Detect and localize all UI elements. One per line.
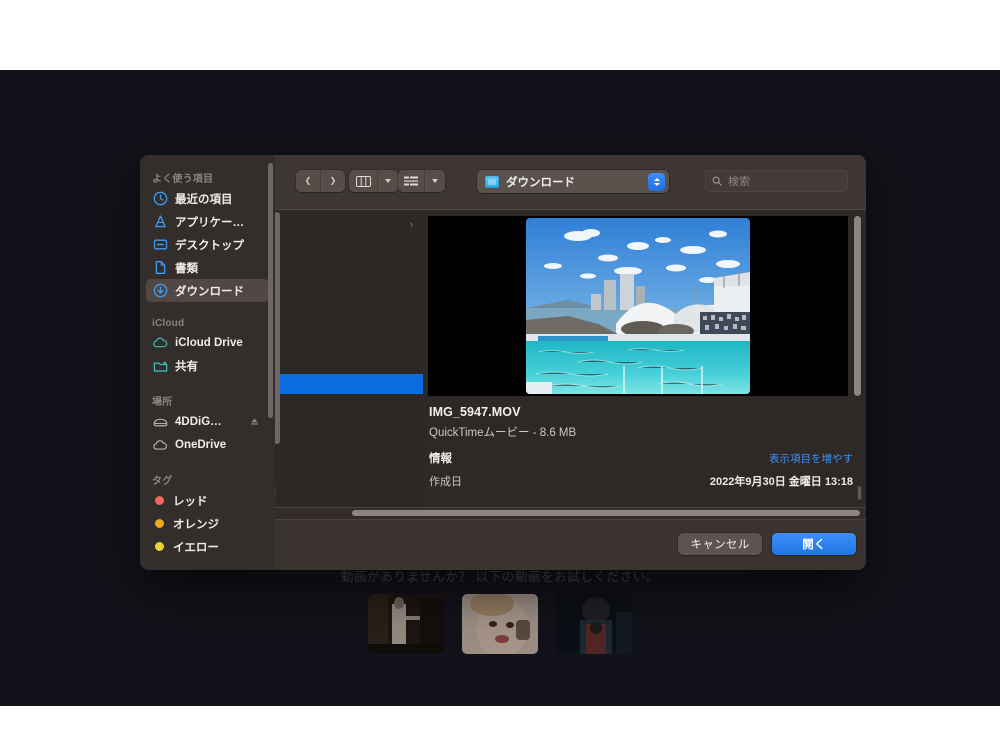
tag-dot-icon bbox=[155, 496, 164, 505]
preview-column: IMG_5947.MOV QuickTimeムービー - 8.6 MB 情報 表… bbox=[423, 210, 866, 508]
chevron-left-icon: ❮ bbox=[304, 176, 312, 185]
current-folder-label: ダウンロード bbox=[506, 176, 575, 189]
popup-updown-arrows-icon bbox=[648, 172, 665, 191]
group-by-button[interactable] bbox=[398, 170, 424, 192]
preview-file-name: IMG_5947.MOV bbox=[429, 405, 521, 419]
sidebar-item-label: ダウンロード bbox=[175, 285, 244, 298]
tag-dot-icon bbox=[155, 542, 164, 551]
chevron-down-icon bbox=[432, 179, 438, 183]
sidebar-item-icloud-drive[interactable]: iCloud Drive bbox=[146, 331, 269, 354]
preview-media[interactable] bbox=[428, 216, 848, 396]
sidebar-item-label: アプリケー… bbox=[175, 216, 244, 229]
sidebar-section-title: タグ bbox=[152, 476, 173, 487]
recents-clock-icon bbox=[152, 191, 168, 207]
sidebar-tag-orange[interactable]: オレンジ bbox=[146, 512, 269, 535]
search-field[interactable]: 検索 bbox=[705, 170, 848, 192]
cancel-button[interactable]: キャンセル bbox=[678, 533, 762, 555]
sidebar-section-title: 場所 bbox=[152, 397, 173, 408]
sidebar-item-label: 4DDiG… bbox=[175, 415, 222, 428]
sidebar-item-applications[interactable]: アプリケー… bbox=[146, 210, 269, 233]
sidebar-item-recents[interactable]: 最近の項目 bbox=[146, 187, 269, 210]
preview-scrollbar[interactable] bbox=[854, 216, 861, 396]
sidebar-item-desktop[interactable]: デスクトップ bbox=[146, 233, 269, 256]
sidebar-item-label: 最近の項目 bbox=[175, 193, 233, 206]
sidebar-scrollbar[interactable] bbox=[268, 163, 273, 418]
group-by-dropdown-button[interactable] bbox=[424, 170, 445, 192]
desktop-icon bbox=[152, 237, 168, 253]
attribute-value: 2022年9月30日 金曜日 13:18 bbox=[709, 476, 853, 488]
sidebar-item-label: イエロー bbox=[173, 541, 219, 554]
view-mode-control bbox=[349, 170, 398, 192]
preview-file-kind: QuickTimeムービー - 8.6 MB bbox=[429, 427, 577, 439]
sidebar-item-onedrive[interactable]: OneDrive bbox=[146, 433, 269, 456]
shared-folder-icon bbox=[152, 358, 168, 374]
info-label: 情報 bbox=[429, 453, 452, 465]
finder-sidebar: よく使う項目 最近の項目 アプリケー… デスクトップ 書類 ダウンロード iCl… bbox=[140, 155, 275, 570]
sidebar-item-label: 共有 bbox=[175, 360, 198, 373]
sidebar-section-title: よく使う項目 bbox=[152, 174, 214, 185]
search-icon bbox=[712, 176, 722, 186]
chevron-down-icon bbox=[385, 179, 391, 183]
attribute-key: 作成日 bbox=[429, 476, 462, 488]
promo-thumbnail-3[interactable] bbox=[556, 594, 632, 654]
group-by-control bbox=[398, 170, 445, 192]
sidebar-item-label: レッド bbox=[173, 495, 208, 508]
back-button[interactable]: ❮ bbox=[296, 170, 320, 192]
blue-folder-icon bbox=[485, 175, 499, 188]
sidebar-item-label: オレンジ bbox=[173, 518, 219, 531]
view-mode-dropdown-button[interactable] bbox=[377, 170, 398, 192]
sidebar-tag-yellow[interactable]: イエロー bbox=[146, 535, 269, 558]
icloud-cloud-icon bbox=[152, 335, 168, 351]
group-by-icon bbox=[404, 176, 418, 185]
show-more-attributes-link[interactable]: 表示項目を増やす bbox=[769, 451, 853, 466]
aquarium-pool-video-frame bbox=[428, 216, 848, 396]
sidebar-section-title: iCloud bbox=[152, 318, 185, 329]
forward-button[interactable]: ❯ bbox=[320, 170, 345, 192]
page-top-margin bbox=[0, 0, 1000, 70]
sidebar-item-label: iCloud Drive bbox=[175, 336, 243, 349]
documents-icon bbox=[152, 260, 168, 276]
column-view-icon bbox=[355, 175, 371, 187]
column-view-button[interactable] bbox=[349, 170, 377, 192]
sidebar-item-shared[interactable]: 共有 bbox=[146, 354, 269, 377]
chevron-right-icon: ❯ bbox=[329, 176, 337, 185]
sidebar-item-4ddig-disk[interactable]: 4DDiG… bbox=[146, 410, 269, 433]
preview-resize-grip[interactable]: ||| bbox=[857, 485, 862, 500]
downloads-icon bbox=[152, 283, 168, 299]
sidebar-item-documents[interactable]: 書類 bbox=[146, 256, 269, 279]
promo-thumbnail-1[interactable] bbox=[368, 594, 444, 654]
navigation-segmented-control: ❮ ❯ bbox=[296, 170, 345, 192]
promo-thumbnail-strip bbox=[0, 594, 1000, 654]
sidebar-item-downloads[interactable]: ダウンロード bbox=[146, 279, 269, 302]
applications-icon bbox=[152, 214, 168, 230]
page-bottom-margin bbox=[0, 706, 1000, 750]
chevron-right-icon: › bbox=[410, 219, 413, 229]
current-folder-popup[interactable]: ダウンロード bbox=[477, 170, 669, 193]
search-placeholder: 検索 bbox=[728, 176, 750, 188]
sidebar-item-label: デスクトップ bbox=[175, 239, 244, 252]
info-section-header: 情報 表示項目を増やす bbox=[429, 450, 853, 466]
cloud-icon bbox=[152, 437, 168, 453]
eject-icon[interactable] bbox=[250, 417, 259, 426]
tag-dot-icon bbox=[155, 519, 164, 528]
sidebar-tag-red[interactable]: レッド bbox=[146, 489, 269, 512]
screenshot-root: 動画がありませんか？ 以下の動画をお試しください。 ❮ ❯ ダウンロード 検索 … bbox=[0, 0, 1000, 750]
promo-thumbnail-2[interactable] bbox=[462, 594, 538, 654]
external-disk-icon bbox=[152, 414, 168, 430]
file-open-dialog: ❮ ❯ ダウンロード 検索 › IMG_5947.MOV QuickTimeムー… bbox=[140, 155, 866, 570]
file-metadata-panel: IMG_5947.MOV QuickTimeムービー - 8.6 MB 情報 表… bbox=[429, 405, 853, 489]
sidebar-item-label: 書類 bbox=[175, 262, 198, 275]
sidebar-item-label: OneDrive bbox=[175, 438, 227, 451]
horizontal-scrollbar-thumb[interactable] bbox=[352, 510, 860, 516]
attribute-row: 作成日 2022年9月30日 金曜日 13:18 bbox=[429, 473, 853, 489]
open-button[interactable]: 開く bbox=[772, 533, 856, 555]
